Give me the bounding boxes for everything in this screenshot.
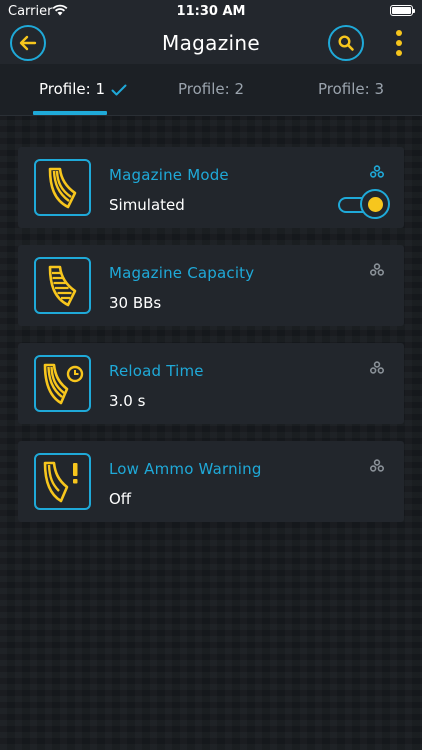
more-options-button[interactable] bbox=[392, 28, 406, 58]
more-vertical-icon bbox=[396, 30, 402, 36]
tab-profile-2[interactable]: Profile: 2 bbox=[178, 80, 244, 98]
linked-profiles-icon bbox=[370, 361, 384, 374]
setting-title: Reload Time bbox=[109, 362, 204, 380]
clock-time: 11:30 AM bbox=[176, 4, 246, 19]
linked-profiles-icon bbox=[370, 459, 384, 472]
checkmark-icon bbox=[111, 84, 127, 96]
setting-value: Off bbox=[109, 490, 132, 508]
profile-tabs: Profile: 1 Profile: 2 Profile: 3 bbox=[0, 64, 422, 116]
setting-low-ammo-warning[interactable]: Low Ammo Warning Off bbox=[18, 441, 404, 522]
selected-tab-indicator bbox=[33, 111, 107, 115]
setting-value: Simulated bbox=[109, 196, 185, 214]
setting-magazine-mode[interactable]: Magazine Mode Simulated bbox=[18, 147, 404, 228]
setting-value: 3.0 s bbox=[109, 392, 146, 410]
setting-reload-time[interactable]: Reload Time 3.0 s bbox=[18, 343, 404, 424]
setting-title: Low Ammo Warning bbox=[109, 460, 262, 478]
search-icon bbox=[338, 35, 354, 51]
battery-icon bbox=[390, 5, 415, 16]
magazine-icon bbox=[34, 159, 91, 216]
tab-profile-3[interactable]: Profile: 3 bbox=[318, 80, 384, 98]
setting-magazine-capacity[interactable]: Magazine Capacity 30 BBs bbox=[18, 245, 404, 326]
magazine-mode-toggle[interactable] bbox=[338, 189, 390, 219]
search-button[interactable] bbox=[328, 25, 364, 61]
setting-title: Magazine Capacity bbox=[109, 264, 255, 282]
status-bar: Carrier 11:30 AM bbox=[0, 0, 422, 22]
setting-value: 30 BBs bbox=[109, 294, 162, 312]
linked-profiles-icon bbox=[370, 263, 384, 276]
setting-title: Magazine Mode bbox=[109, 166, 229, 184]
nav-bar: Magazine bbox=[0, 22, 422, 64]
linked-profiles-icon bbox=[370, 165, 384, 178]
magazine-capacity-icon bbox=[34, 257, 91, 314]
magazine-warning-icon bbox=[34, 453, 91, 510]
tab-profile-1[interactable]: Profile: 1 bbox=[39, 80, 105, 98]
magazine-clock-icon bbox=[34, 355, 91, 412]
